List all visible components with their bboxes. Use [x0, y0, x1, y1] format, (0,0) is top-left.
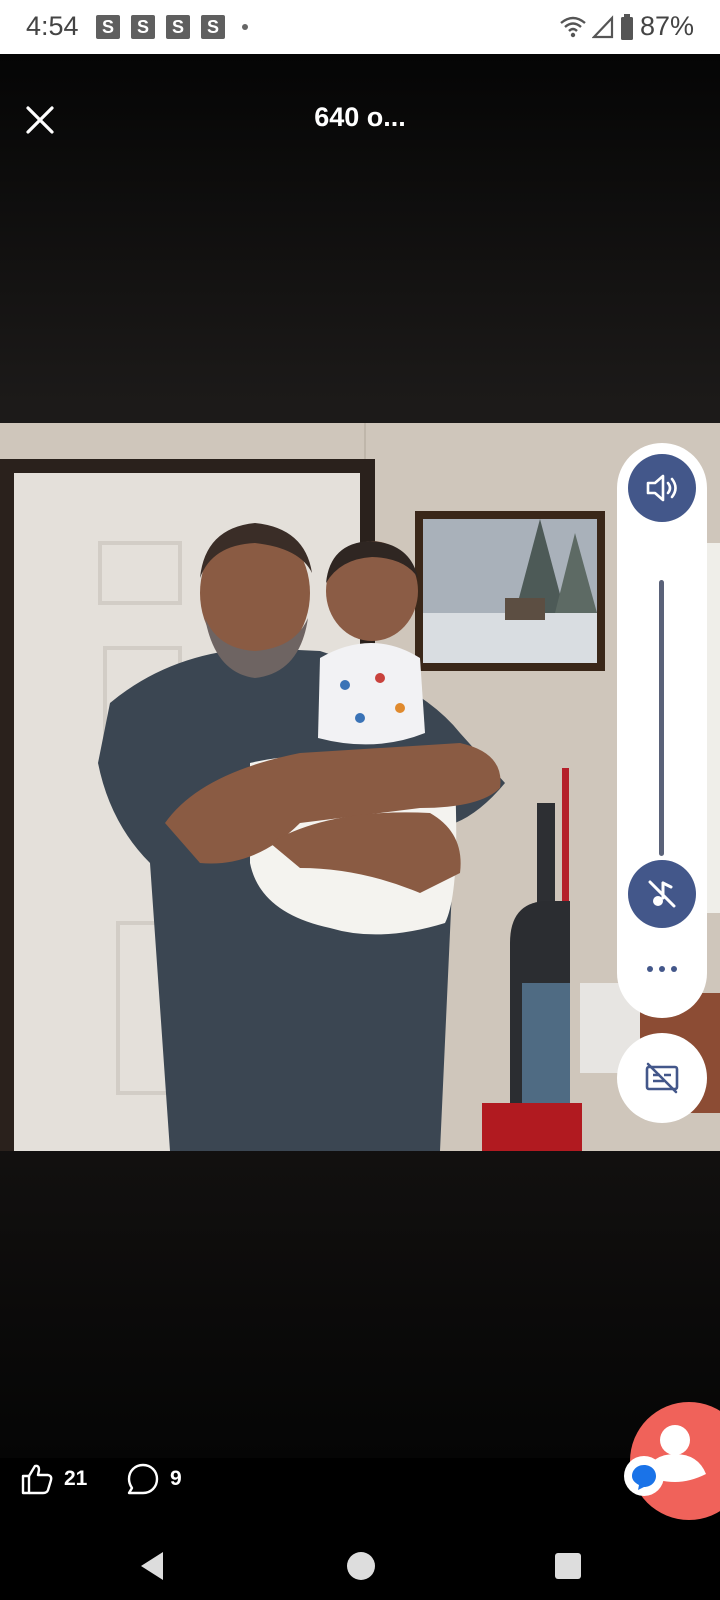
notification-s-icon: S [96, 15, 120, 39]
recents-icon[interactable] [555, 1553, 581, 1579]
like-count: 21 [64, 1467, 88, 1490]
volume-panel [617, 443, 707, 1018]
mute-notifications-button[interactable] [628, 860, 696, 928]
like-button[interactable]: 21 [20, 1462, 87, 1496]
notification-s-icon: S [166, 15, 190, 39]
navigation-bar [0, 1536, 720, 1600]
signal-icon [591, 14, 614, 38]
volume-slider-track[interactable] [659, 580, 664, 856]
notification-icons: S S S S [96, 15, 248, 39]
comment-icon [127, 1463, 159, 1495]
battery-icon [620, 13, 633, 40]
comment-count: 9 [170, 1467, 182, 1490]
back-icon[interactable] [138, 1550, 166, 1582]
battery-percent: 87% [639, 11, 694, 41]
more-notifications-dot [242, 24, 248, 30]
notification-s-icon: S [201, 15, 225, 39]
messenger-badge [624, 1456, 664, 1496]
volume-button[interactable] [628, 454, 696, 522]
mute-icon [648, 880, 676, 908]
captions-off-icon [645, 1062, 679, 1094]
viewer-title: 640 o... [314, 102, 406, 132]
messenger-icon [632, 1465, 656, 1490]
media-photo[interactable] [0, 423, 720, 1151]
status-time: 4:54 [26, 11, 79, 41]
captions-toggle-button[interactable] [617, 1033, 707, 1123]
thumbs-up-icon [21, 1464, 53, 1495]
status-bar: 4:54 S S S S 87% [0, 0, 720, 54]
post-actions: 21 9 [0, 1462, 720, 1502]
more-options-icon[interactable] [647, 963, 677, 975]
notification-s-icon: S [131, 15, 155, 39]
home-icon[interactable] [347, 1552, 375, 1580]
comment-button[interactable]: 9 [126, 1462, 182, 1496]
status-right: 87% [560, 11, 694, 42]
wifi-icon [560, 16, 586, 37]
speaker-icon [646, 474, 677, 502]
